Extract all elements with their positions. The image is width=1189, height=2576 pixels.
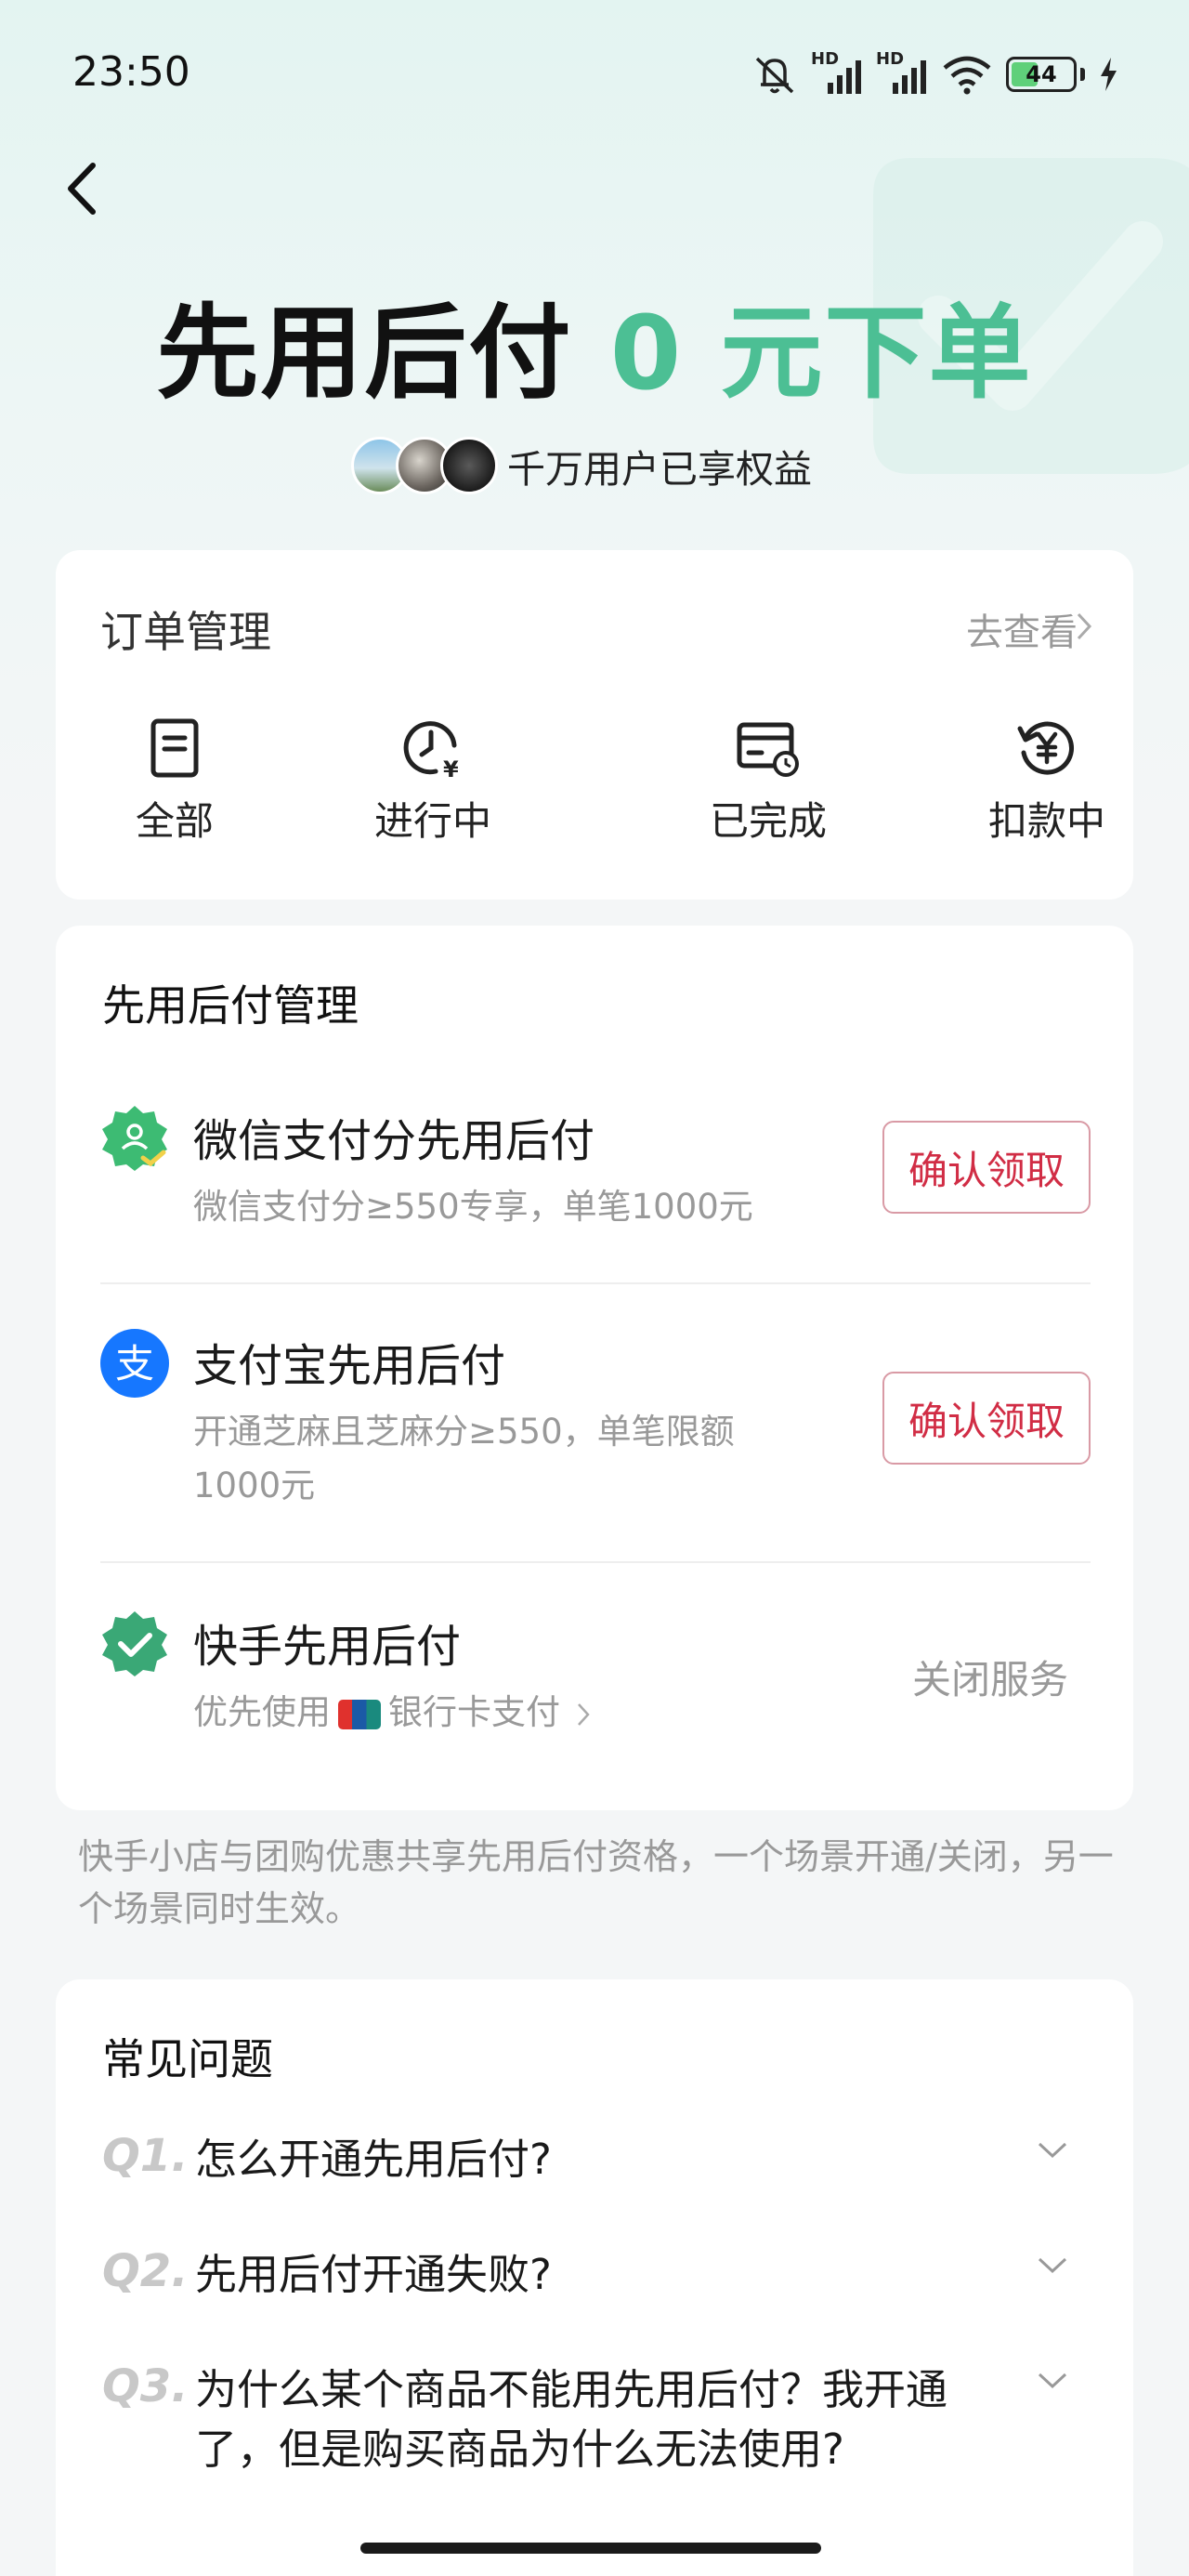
order-completed-button[interactable]: 已完成 xyxy=(675,717,861,847)
hero-title-green: 0 元下单 xyxy=(609,294,1033,413)
unionpay-card-icon xyxy=(338,1699,381,1729)
alipay-claim-button[interactable]: 确认领取 xyxy=(882,1372,1091,1465)
battery-cap xyxy=(1080,68,1085,81)
home-indicator[interactable] xyxy=(360,2543,821,2554)
faq-number: Q1. xyxy=(102,2130,189,2182)
order-management-card: 订单管理 去查看 全部 ¥ 进行中 已完成 扣款中 xyxy=(56,550,1133,900)
mute-bell-icon xyxy=(755,57,794,94)
users-row: 千万用户已享权益 xyxy=(351,437,812,494)
hero-title: 先用后付 0 元下单 xyxy=(0,269,1189,418)
shared-eligibility-note: 快手小店与团购优惠共享先用后付资格，一个场景开通/关闭，另一个场景同时生效。 xyxy=(78,1836,1114,1929)
hero-title-dark: 先用后付 xyxy=(156,294,573,413)
order-all-button[interactable]: 全部 xyxy=(82,717,268,847)
close-service-button[interactable]: 关闭服务 xyxy=(912,1649,1068,1705)
wechat-bnpl-desc: 微信支付分≥550专享，单笔1000元 xyxy=(193,1187,753,1227)
order-all-label: 全部 xyxy=(135,798,214,844)
divider xyxy=(100,1561,1091,1563)
order-completed-label: 已完成 xyxy=(709,798,827,844)
alipay-bnpl-name: 支付宝先用后付 xyxy=(193,1340,506,1392)
faq-item[interactable]: Q2. 先用后付开通失败? xyxy=(102,2245,1087,2320)
divider xyxy=(100,1282,1091,1284)
battery-level: 44 xyxy=(1026,61,1057,87)
faq-item[interactable]: Q1. 怎么开通先用后付? xyxy=(102,2130,1087,2204)
network-label-2: HD xyxy=(876,49,905,69)
status-bar: 23:50 HD HD 44 xyxy=(0,0,1189,139)
kuaishou-desc-suffix: 银行卡支付 xyxy=(388,1692,560,1732)
faq-question: 怎么开通先用后付? xyxy=(195,2135,552,2184)
status-time: 23:50 xyxy=(72,48,190,96)
alipay-bnpl-desc: 开通芝麻且芝麻分≥550，单笔限额1000元 xyxy=(193,1412,735,1505)
kuaishou-desc-prefix: 优先使用 xyxy=(193,1692,331,1732)
order-in-progress-button[interactable]: ¥ 进行中 xyxy=(340,717,526,847)
document-icon xyxy=(150,718,199,778)
faq-question: 先用后付开通失败? xyxy=(195,2250,552,2299)
svg-text:支: 支 xyxy=(115,1341,154,1387)
kuaishou-bnpl-name: 快手先用后付 xyxy=(193,1621,462,1673)
faq-card: 常见问题 Q1. 怎么开通先用后付? Q2. 先用后付开通失败? Q3. 为什么… xyxy=(56,1979,1133,2576)
order-shortcuts: 全部 ¥ 进行中 已完成 扣款中 xyxy=(56,717,1133,857)
wechat-bnpl-row: 微信支付分先用后付 微信支付分≥550专享，单笔1000元 确认领取 xyxy=(100,1104,1091,1262)
avatar xyxy=(440,437,498,494)
signal-2-icon: HD xyxy=(876,49,928,96)
refund-yen-icon xyxy=(1017,721,1075,775)
status-icons: HD HD 44 xyxy=(751,48,1118,100)
chevron-down-icon[interactable] xyxy=(1037,2256,1068,2275)
verified-check-icon xyxy=(102,1611,167,1676)
back-arrow-icon[interactable] xyxy=(56,156,111,221)
clock-yen-icon: ¥ xyxy=(403,721,459,779)
kuaishou-bnpl-row: 快手先用后付 优先使用 银行卡支付 关闭服务 xyxy=(100,1610,1091,1768)
faq-number: Q3. xyxy=(102,2360,189,2412)
chevron-right-icon[interactable] xyxy=(1076,611,1092,641)
signal-1-icon: HD xyxy=(811,49,863,96)
order-deducting-button[interactable]: 扣款中 xyxy=(954,717,1140,847)
wechat-pay-score-icon xyxy=(102,1106,167,1171)
kuaishou-payment-method[interactable]: 优先使用 银行卡支付 xyxy=(193,1686,843,1740)
bnpl-title: 先用后付管理 xyxy=(102,980,359,1031)
avatar-group xyxy=(351,437,498,494)
wifi-icon xyxy=(943,56,991,95)
faq-item[interactable]: Q3. 为什么某个商品不能用先用后付？我开通了，但是购买商品为什么无法使用? xyxy=(102,2360,1087,2491)
faq-question: 为什么某个商品不能用先用后付？我开通了，但是购买商品为什么无法使用? xyxy=(195,2365,948,2474)
users-text: 千万用户已享权益 xyxy=(507,447,812,492)
svg-text:¥: ¥ xyxy=(443,756,459,779)
faq-title: 常见问题 xyxy=(102,2034,273,2084)
chevron-down-icon[interactable] xyxy=(1037,2141,1068,2160)
order-title: 订单管理 xyxy=(100,607,271,657)
wechat-claim-button[interactable]: 确认领取 xyxy=(882,1121,1091,1214)
order-in-progress-label: 进行中 xyxy=(373,798,491,844)
faq-number: Q2. xyxy=(102,2245,189,2297)
order-deducting-label: 扣款中 xyxy=(987,798,1105,844)
card-clock-icon xyxy=(737,722,799,777)
order-view-link[interactable]: 去查看 xyxy=(966,602,1078,656)
bnpl-management-card: 先用后付管理 微信支付分先用后付 微信支付分≥550专享，单笔1000元 确认领… xyxy=(56,926,1133,1810)
battery-icon: 44 xyxy=(1006,57,1077,92)
network-label-1: HD xyxy=(811,49,840,69)
page: 23:50 HD HD 44 先用后付 0 元下单 千万用户已享权益 订单管理 … xyxy=(0,0,1189,2576)
charging-bolt-icon xyxy=(1101,58,1117,91)
alipay-bnpl-row: 支 支付宝先用后付 开通芝麻且芝麻分≥550，单笔限额1000元 确认领取 xyxy=(100,1329,1091,1515)
wechat-bnpl-name: 微信支付分先用后付 xyxy=(193,1115,595,1167)
alipay-icon: 支 xyxy=(100,1329,169,1398)
chevron-down-icon[interactable] xyxy=(1037,2372,1068,2390)
chevron-right-icon xyxy=(577,1702,590,1726)
